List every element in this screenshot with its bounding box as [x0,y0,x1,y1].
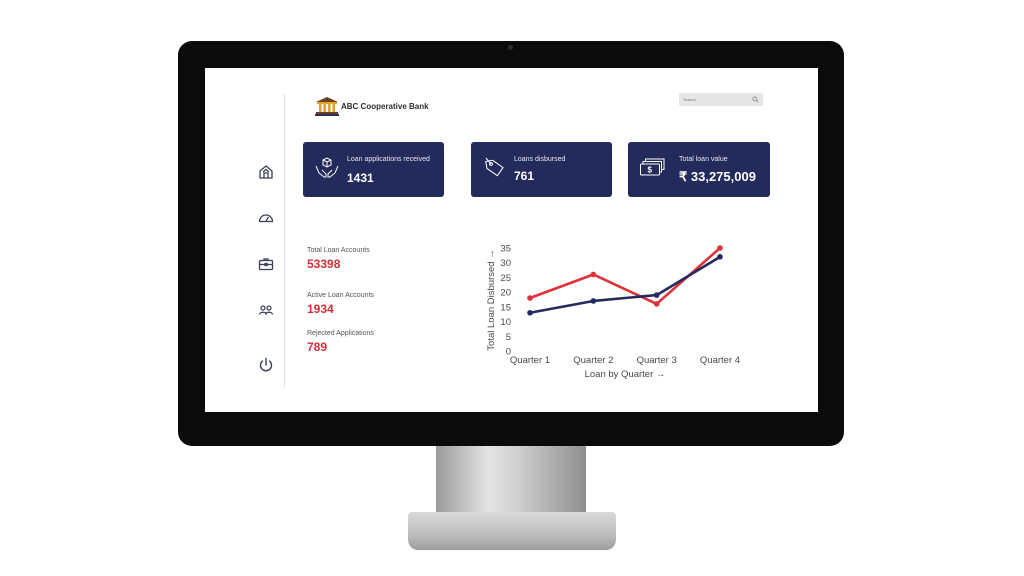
card-value: ₹ 33,275,009 [679,169,756,184]
svg-text:$: $ [648,166,653,175]
sidebar-divider [284,94,285,388]
y-tick-label: 30 [500,258,511,269]
monitor-stand-base [408,512,616,550]
data-point [653,292,660,298]
card-disbursed[interactable]: Loans disbursed 761 [471,142,612,197]
power-icon [259,357,273,372]
y-tick-label: 15 [500,302,511,313]
dashboard-screen: ABC Cooperative Bank Loan applications r… [205,68,818,412]
data-point [590,298,597,304]
x-tick-label: Quarter 1 [510,355,550,366]
bank-name: ABC Cooperative Bank [341,102,429,111]
webcam [508,45,513,50]
briefcase-icon [258,258,274,271]
data-point [527,309,533,316]
y-tick-label: 10 [500,317,511,328]
home-icon [259,165,273,179]
stat-value-rejected: 789 [307,340,328,354]
card-total-value[interactable]: $ Total loan value ₹ 33,275,009 [628,142,770,197]
series-line-0 [529,247,721,306]
hands-box-icon [315,157,339,178]
speedometer-icon [258,214,274,223]
x-tick-label: Quarter 3 [637,355,677,366]
stat-value-active-accounts: 1934 [307,302,334,316]
x-axis-label: Loan by Quarter → [585,369,666,380]
y-tick-label: 5 [506,332,511,343]
cash-icon: $ [640,158,665,176]
search-input[interactable] [683,94,747,105]
monitor-stand-neck [436,446,586,512]
bank-logo [315,96,339,116]
series-line-1 [529,255,721,315]
bank-building-icon [315,97,339,116]
y-tick-label: 35 [500,244,511,255]
data-point [653,301,660,307]
x-tick-label: Quarter 2 [573,355,613,366]
users-icon [258,305,274,315]
card-label: Loans disbursed [514,156,566,163]
stat-label-active-accounts: Active Loan Accounts [307,292,374,299]
data-point [717,254,723,260]
data-point [590,271,597,278]
sidebar-item-customers[interactable] [257,301,275,319]
search-bar[interactable] [679,93,763,106]
card-value: 761 [514,169,535,183]
logout-button[interactable] [257,356,275,374]
card-label: Total loan value [679,156,728,163]
data-point [717,245,723,251]
loan-line-chart: 05101520253035Quarter 1 Quarter 2 Quarter … [486,244,740,381]
data-point [527,295,533,301]
search-icon[interactable] [752,96,759,103]
y-axis-label: Total Loan Disbursed → [486,249,497,350]
card-value: 1431 [347,171,374,185]
y-tick-label: 25 [500,273,511,284]
sidebar-item-dashboard[interactable] [257,209,275,227]
sidebar-item-portfolio[interactable] [257,255,275,273]
x-tick-label: Quarter 4 [700,355,740,366]
card-applications[interactable]: Loan applications received 1431 [303,142,444,197]
stat-value-total-accounts: 53398 [307,257,341,271]
stat-label-rejected: Rejected Applications [307,330,374,337]
card-label: Loan applications received [347,156,430,163]
y-tick-label: 20 [500,288,511,299]
stat-label-total-accounts: Total Loan Accounts [307,247,370,254]
tag-icon [485,157,504,177]
sidebar-item-home[interactable] [257,163,275,181]
